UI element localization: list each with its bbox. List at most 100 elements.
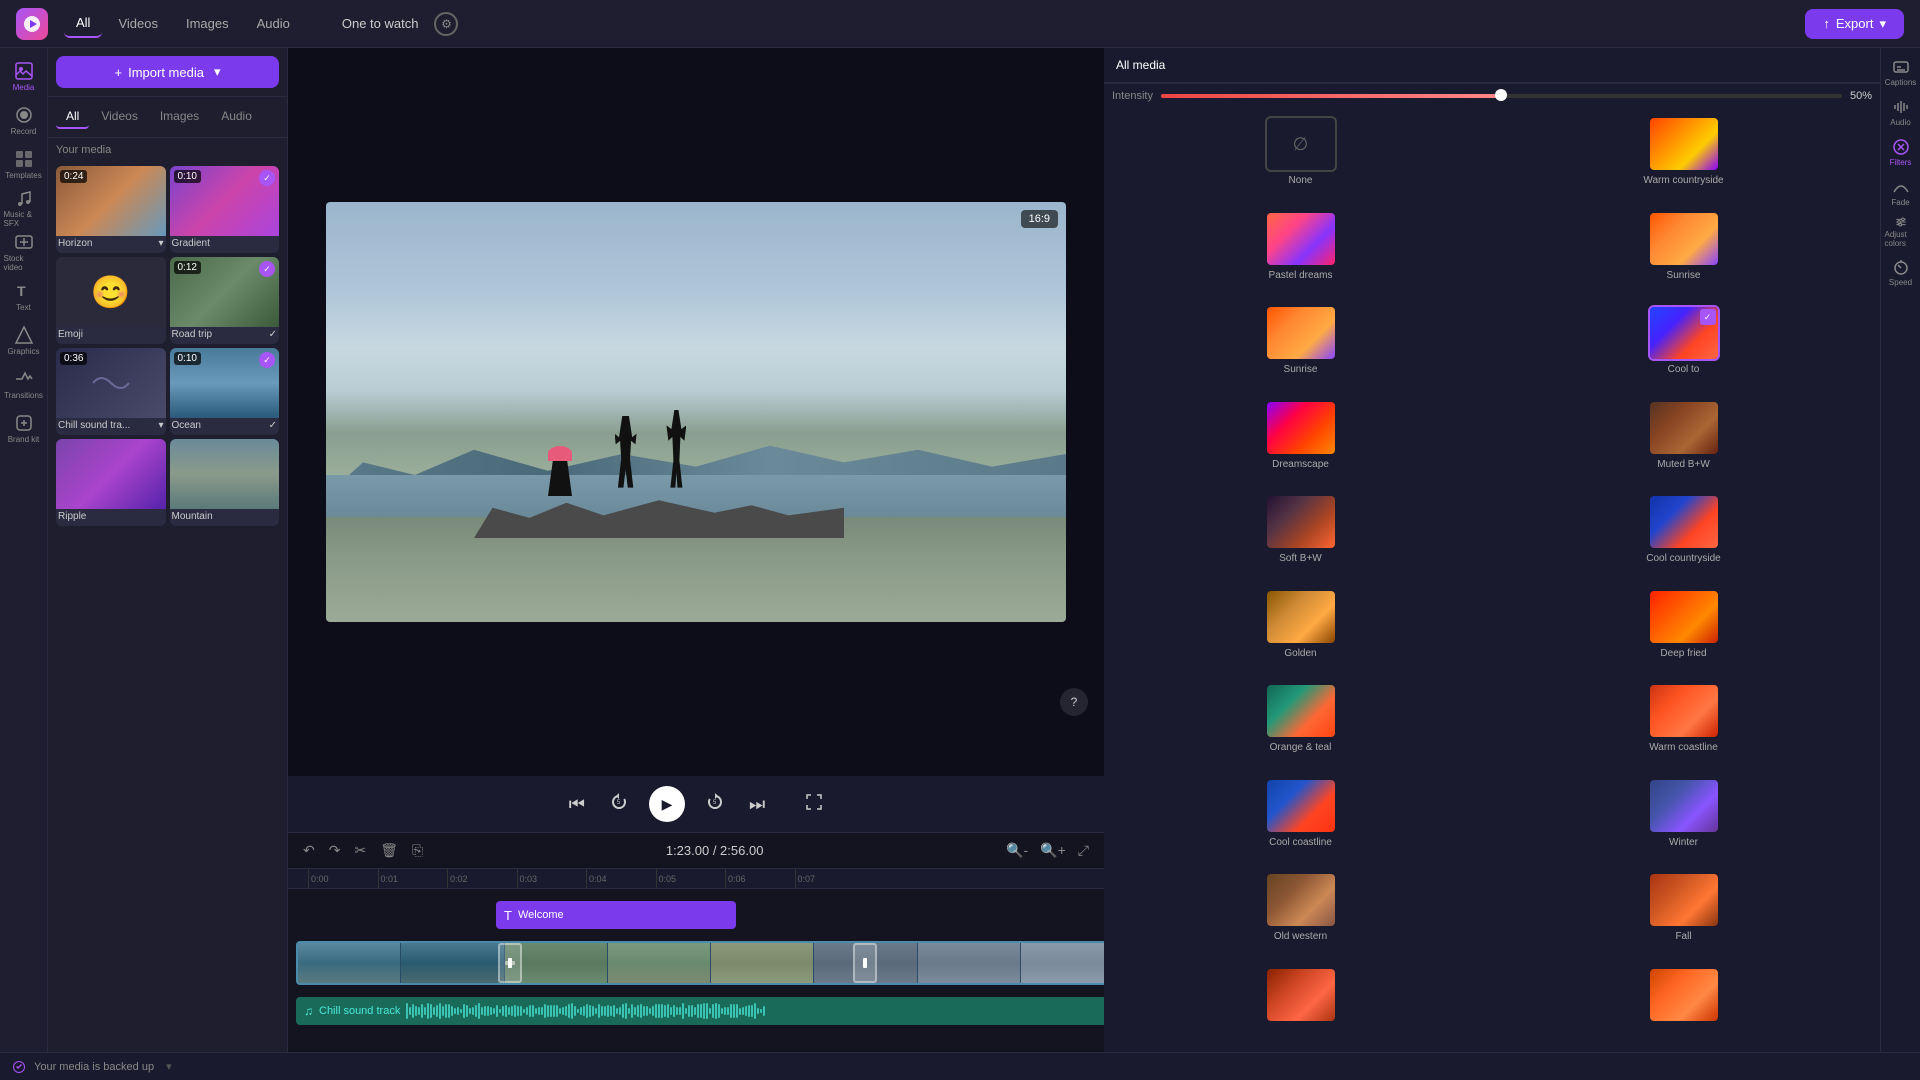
sidebar-item-brand[interactable]: Brand kit [4, 408, 44, 448]
filter-item-old-western[interactable]: Old western [1112, 872, 1489, 961]
sidebar-item-graphics[interactable]: Graphics [4, 320, 44, 360]
panel-icon-adjust[interactable]: Adjust colors [1885, 216, 1917, 248]
cut-button[interactable]: ✂ [351, 839, 369, 862]
sidebar-item-record[interactable]: Record [4, 100, 44, 140]
export-button[interactable]: ↑ Export ▾ [1805, 9, 1904, 39]
video-clip-main[interactable] [296, 941, 1104, 985]
filter-thumb-old-western [1265, 872, 1337, 928]
filter-item-deep-fried[interactable]: Deep fried [1495, 589, 1872, 678]
audio-clip-chill[interactable]: ♫ Chill sound track [296, 997, 1104, 1025]
filter-item-golden[interactable]: Golden [1112, 589, 1489, 678]
import-label: Import media [128, 65, 204, 80]
media-tab-all[interactable]: All [56, 105, 89, 129]
person2 [666, 410, 686, 488]
filter-label-warm-countryside: Warm countryside [1643, 175, 1723, 186]
fit-timeline-button[interactable]: ⤢ [1075, 839, 1092, 862]
tab-audio[interactable]: Audio [245, 10, 302, 37]
sidebar-item-media[interactable]: Media [4, 56, 44, 96]
filter-item-winter[interactable]: Winter [1495, 778, 1872, 867]
filter-thumb-sunrise1 [1648, 211, 1720, 267]
filter-item-warm-countryside[interactable]: Warm countryside [1495, 116, 1872, 205]
media-tab-images[interactable]: Images [150, 105, 209, 129]
sidebar-item-templates[interactable]: Templates [4, 144, 44, 184]
export-label: Export [1836, 16, 1874, 31]
filter-item-sunrise1[interactable]: Sunrise [1495, 211, 1872, 300]
tab-videos[interactable]: Videos [106, 10, 170, 37]
filter-item-extra1[interactable] [1112, 967, 1489, 1045]
video-track-content [296, 941, 1096, 985]
filter-item-cool-countryside[interactable]: Cool countryside [1495, 494, 1872, 583]
filter-panel-header: All media [1104, 48, 1880, 83]
media-header: + Import media ▾ [48, 48, 287, 97]
filter-thumb-sunrise2 [1265, 305, 1337, 361]
app-logo [16, 8, 48, 40]
project-settings-icon[interactable]: ⚙ [434, 12, 458, 36]
rewind-button[interactable]: 5 [605, 788, 633, 821]
text-clip-welcome[interactable]: T Welcome [496, 901, 736, 929]
delete-button[interactable]: 🗑 [377, 839, 401, 862]
panel-icon-filters[interactable]: Filters [1885, 136, 1917, 168]
tab-all[interactable]: All [64, 9, 102, 38]
sidebar-item-music[interactable]: Music & SFX [4, 188, 44, 228]
filter-item-soft-bw[interactable]: Soft B+W [1112, 494, 1489, 583]
filter-item-pastel-dreams[interactable]: Pastel dreams [1112, 211, 1489, 300]
filter-item-dreamscape[interactable]: Dreamscape [1112, 400, 1489, 489]
media-item-ocean[interactable]: 0:10 ✓ Ocean ✓ [170, 348, 280, 435]
filter-item-fall[interactable]: Fall [1495, 872, 1872, 961]
play-button[interactable]: ▶ [649, 786, 685, 822]
filter-item-cool-coastline[interactable]: Cool coastline [1112, 778, 1489, 867]
svg-text:5: 5 [617, 800, 621, 806]
skip-back-button[interactable]: ⏮ [565, 790, 589, 819]
filter-item-none[interactable]: ∅ None [1112, 116, 1489, 205]
copy-button[interactable]: ⎘ [409, 839, 426, 862]
panel-icon-audio[interactable]: Audio [1885, 96, 1917, 128]
sidebar-item-transitions[interactable]: Transitions [4, 364, 44, 404]
media-item-gradient[interactable]: 0:10 ✓ Gradient [170, 166, 280, 253]
media-item-mountain[interactable]: Mountain [170, 439, 280, 526]
filter-label-old-western: Old western [1274, 931, 1327, 942]
media-item-horizon[interactable]: 0:24 Horizon ▾ [56, 166, 166, 253]
panel-icon-captions[interactable]: Captions [1885, 56, 1917, 88]
filter-item-cool-to[interactable]: ✓ Cool to [1495, 305, 1872, 394]
filter-label-cool-to: Cool to [1668, 364, 1700, 375]
zoom-out-button[interactable]: 🔍- [1003, 839, 1031, 862]
clip-split-marker-left[interactable] [498, 943, 522, 983]
panel-icon-fade[interactable]: Fade [1885, 176, 1917, 208]
preview-video: 16:9 [326, 202, 1066, 622]
person3 [548, 446, 572, 496]
filter-item-extra2[interactable] [1495, 967, 1872, 1045]
help-button[interactable]: ? [1060, 688, 1088, 716]
tab-images[interactable]: Images [174, 10, 241, 37]
top-bar-right: ↑ Export ▾ [1805, 9, 1904, 39]
forward-button[interactable]: 5 [701, 788, 729, 821]
intensity-slider[interactable] [1161, 94, 1842, 98]
sidebar-item-stock[interactable]: Stock video [4, 232, 44, 272]
clip-split-marker-right[interactable] [853, 943, 877, 983]
panel-icon-speed[interactable]: Speed [1885, 256, 1917, 288]
filter-panel-title: All media [1116, 58, 1165, 72]
media-item-emoji[interactable]: 😊 Emoji [56, 257, 166, 344]
zoom-in-button[interactable]: 🔍+ [1037, 839, 1069, 862]
filter-item-muted-bw[interactable]: Muted B+W [1495, 400, 1872, 489]
filter-label-golden: Golden [1284, 648, 1316, 659]
filter-label-pastel-dreams: Pastel dreams [1269, 270, 1333, 281]
undo-button[interactable]: ↶ [300, 839, 318, 862]
media-item-ripple[interactable]: Ripple [56, 439, 166, 526]
redo-button[interactable]: ↷ [326, 839, 344, 862]
filter-label-sunrise1: Sunrise [1667, 270, 1701, 281]
filter-item-orange-teal[interactable]: Orange & teal [1112, 683, 1489, 772]
filter-item-sunrise2[interactable]: Sunrise [1112, 305, 1489, 394]
filter-label-cool-coastline: Cool coastline [1269, 837, 1332, 848]
text-track-row: T Welcome [296, 893, 1096, 937]
intensity-handle[interactable] [1495, 89, 1507, 101]
sidebar-item-text[interactable]: T Text [4, 276, 44, 316]
preview-container: 16:9 ? [288, 48, 1104, 776]
import-media-button[interactable]: + Import media ▾ [56, 56, 279, 88]
media-tab-audio[interactable]: Audio [211, 105, 262, 129]
skip-forward-button[interactable]: ⏭ [745, 790, 769, 819]
fullscreen-button[interactable] [801, 789, 827, 820]
media-tab-videos[interactable]: Videos [91, 105, 147, 129]
media-item-chill-sound[interactable]: 0:36 Chill sound tra... ▾ [56, 348, 166, 435]
media-item-road-trip[interactable]: 0:12 ✓ Road trip ✓ [170, 257, 280, 344]
filter-item-warm-coastline[interactable]: Warm coastline [1495, 683, 1872, 772]
